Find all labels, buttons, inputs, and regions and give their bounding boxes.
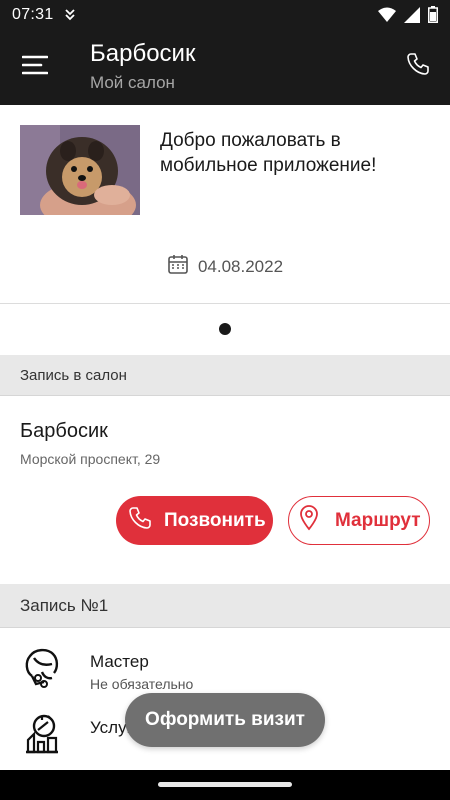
home-gesture-handle[interactable] [158, 782, 292, 787]
phone-icon [406, 52, 430, 81]
record-item-title: Мастер [90, 652, 149, 671]
status-bar: 07:31 [0, 0, 450, 30]
calendar-icon [167, 253, 189, 280]
battery-icon [428, 6, 438, 28]
wifi-icon [378, 7, 396, 28]
app-screen: 07:31 Барбосик Мой салон Добро пожаловат… [0, 0, 450, 800]
status-time: 07:31 [12, 6, 54, 23]
promo-text: Добро пожаловать в мобильное приложение! [160, 130, 377, 176]
pager-dot-active[interactable] [219, 323, 231, 335]
record-item-subtitle: Не обязательно [90, 676, 194, 692]
promo-date: 04.08.2022 [197, 256, 284, 276]
menu-icon [21, 54, 49, 81]
section-header-salon: Запись в салон [0, 355, 450, 396]
promo-date-row: 04.08.2022 [0, 253, 450, 280]
salon-address: Морской проспект, 29 [20, 451, 161, 467]
promo-image [20, 125, 140, 215]
status-icons [378, 6, 438, 28]
signal-icon [404, 6, 420, 28]
phone-button[interactable] [402, 50, 434, 82]
promo-pager[interactable] [0, 304, 450, 354]
route-button-label: Маршрут [335, 509, 421, 531]
system-nav-bar [0, 770, 450, 800]
master-icon [22, 646, 62, 690]
route-button[interactable]: Маршрут [288, 496, 430, 545]
salon-name: Барбосик [20, 420, 108, 442]
app-bar: Барбосик Мой салон [0, 30, 450, 105]
record-item-master[interactable]: Мастер Не обязательно [0, 640, 450, 700]
app-title: Барбосик [90, 40, 196, 67]
menu-button[interactable] [18, 50, 52, 84]
call-button-label: Позвонить [164, 509, 266, 531]
services-icon [22, 712, 62, 756]
book-visit-button[interactable]: Оформить визит [125, 693, 325, 747]
map-pin-icon [297, 504, 321, 537]
app-subtitle: Мой салон [90, 73, 175, 92]
section-header-record: Запись №1 [0, 584, 450, 628]
promo-banner[interactable]: Добро пожаловать в мобильное приложение!… [0, 105, 450, 304]
call-button[interactable]: Позвонить [116, 496, 273, 545]
notification-icon [64, 7, 76, 28]
phone-icon [128, 506, 152, 536]
